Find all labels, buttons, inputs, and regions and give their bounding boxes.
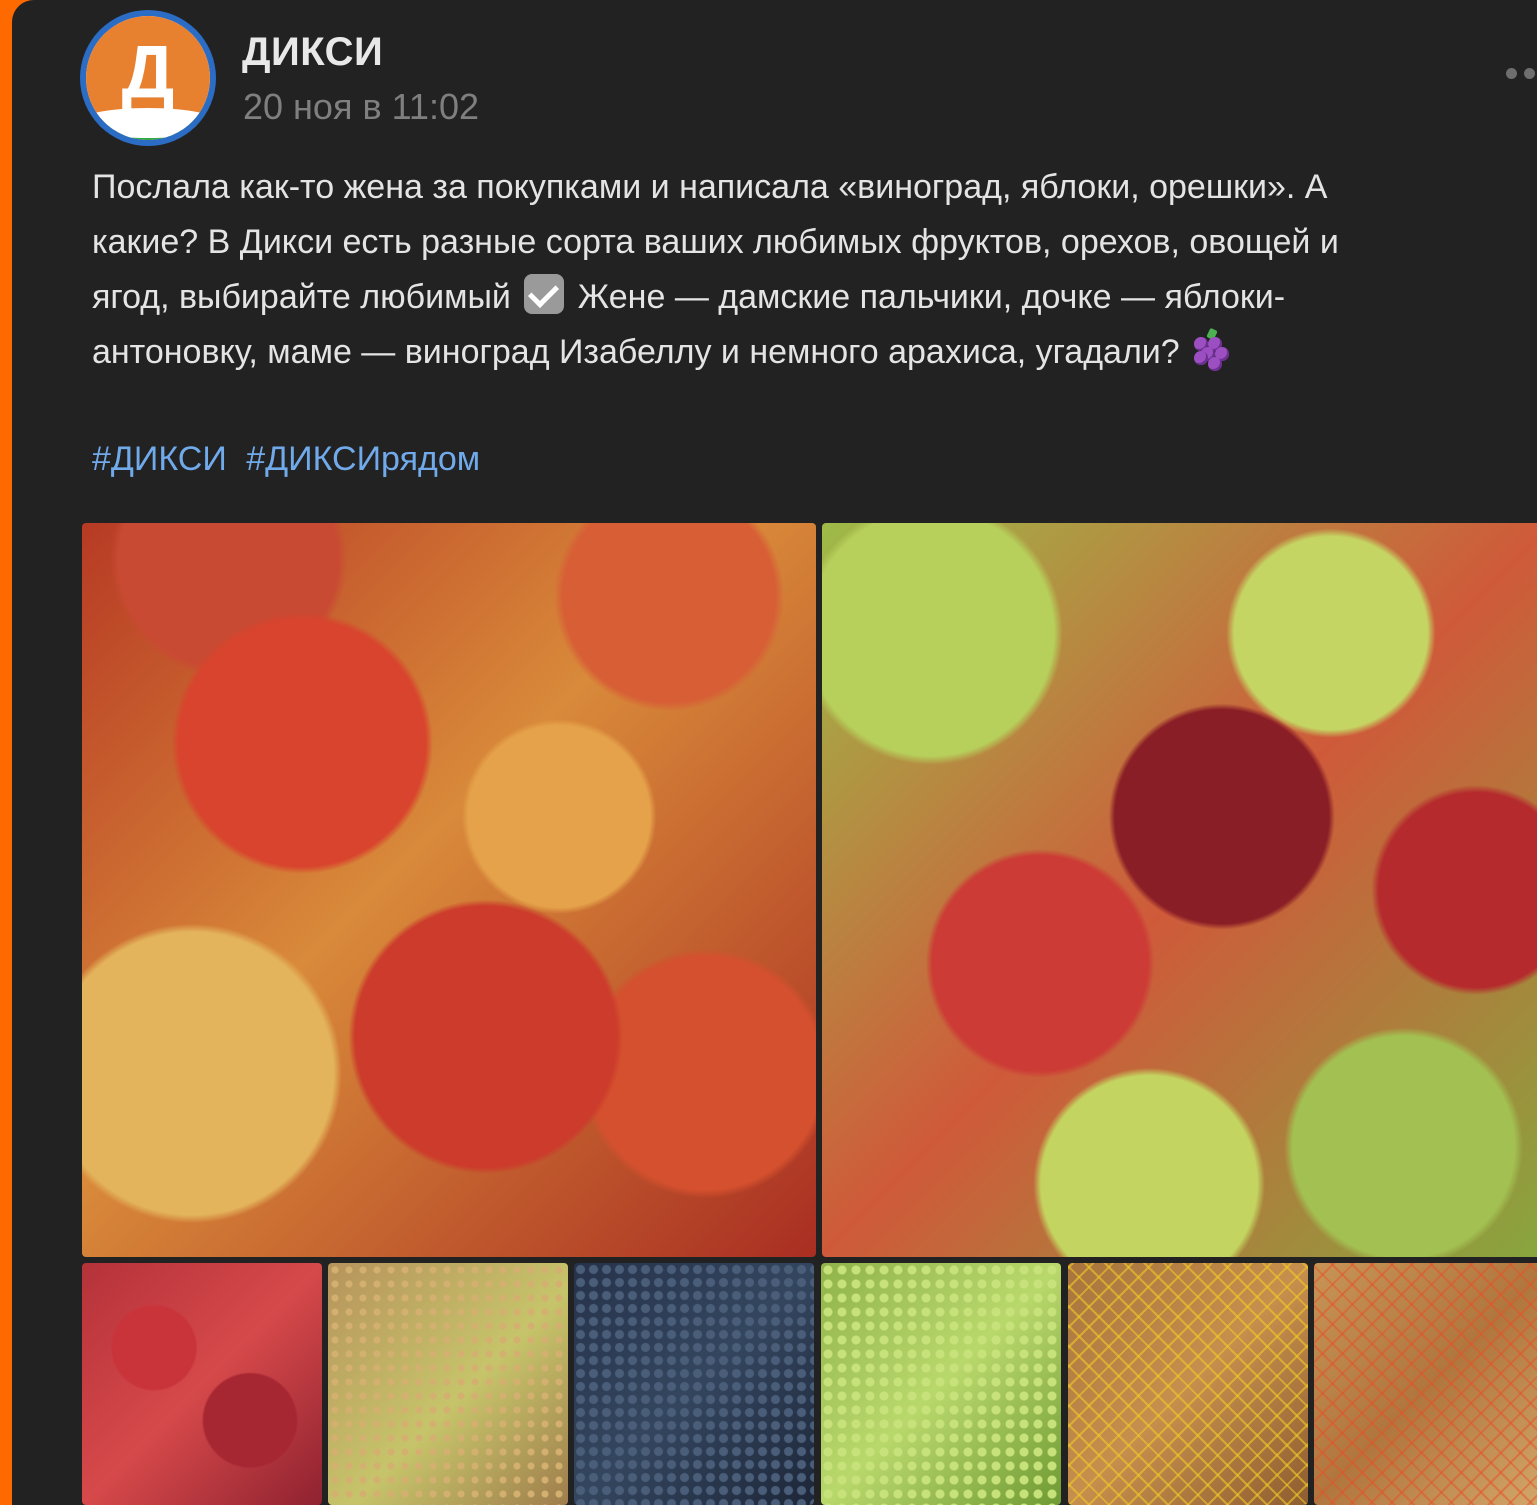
grapes-emoji-icon (1190, 327, 1230, 373)
photo-red-apples[interactable] (82, 523, 816, 1257)
photo-mixed-apples[interactable] (822, 523, 1537, 1257)
more-options-icon[interactable] (1506, 68, 1537, 88)
post-text-line: Послала как-то жена за покупками и напис… (92, 168, 1328, 206)
thumb-green-grapes[interactable] (821, 1263, 1061, 1505)
author-avatar[interactable]: Д (80, 10, 216, 146)
post-text-line: какие? В Дикси есть разные сорта ваших л… (92, 223, 1339, 261)
avatar-letter: Д (121, 30, 175, 113)
author-name[interactable]: ДИКСИ (242, 30, 383, 75)
post-text-line: антоновку, маме — виноград Изабеллу и не… (92, 325, 1537, 380)
thumb-red-apples[interactable] (82, 1263, 322, 1505)
post-text-line: ягод, выбирайте любимый Жене — дамские п… (92, 270, 1537, 325)
post-card: Д ДИКСИ 20 ноя в 11:02 Послала как-то же… (12, 0, 1537, 1505)
hashtags: #ДИКСИ #ДИКСИрядом (92, 440, 490, 479)
hashtag-link[interactable]: #ДИКСИ (92, 440, 227, 478)
thumb-peanuts-net[interactable] (1314, 1263, 1537, 1505)
hashtag-link[interactable]: #ДИКСИрядом (246, 440, 480, 478)
avatar-logo: Д (86, 16, 210, 140)
thumb-isabella-grapes[interactable] (574, 1263, 814, 1505)
post-text: Послала как-то жена за покупками и напис… (92, 160, 1537, 380)
thumb-lady-finger-grapes[interactable] (328, 1263, 568, 1505)
post-date[interactable]: 20 ноя в 11:02 (243, 86, 479, 128)
thumb-nuts-net[interactable] (1068, 1263, 1308, 1505)
check-box-icon (524, 274, 565, 314)
